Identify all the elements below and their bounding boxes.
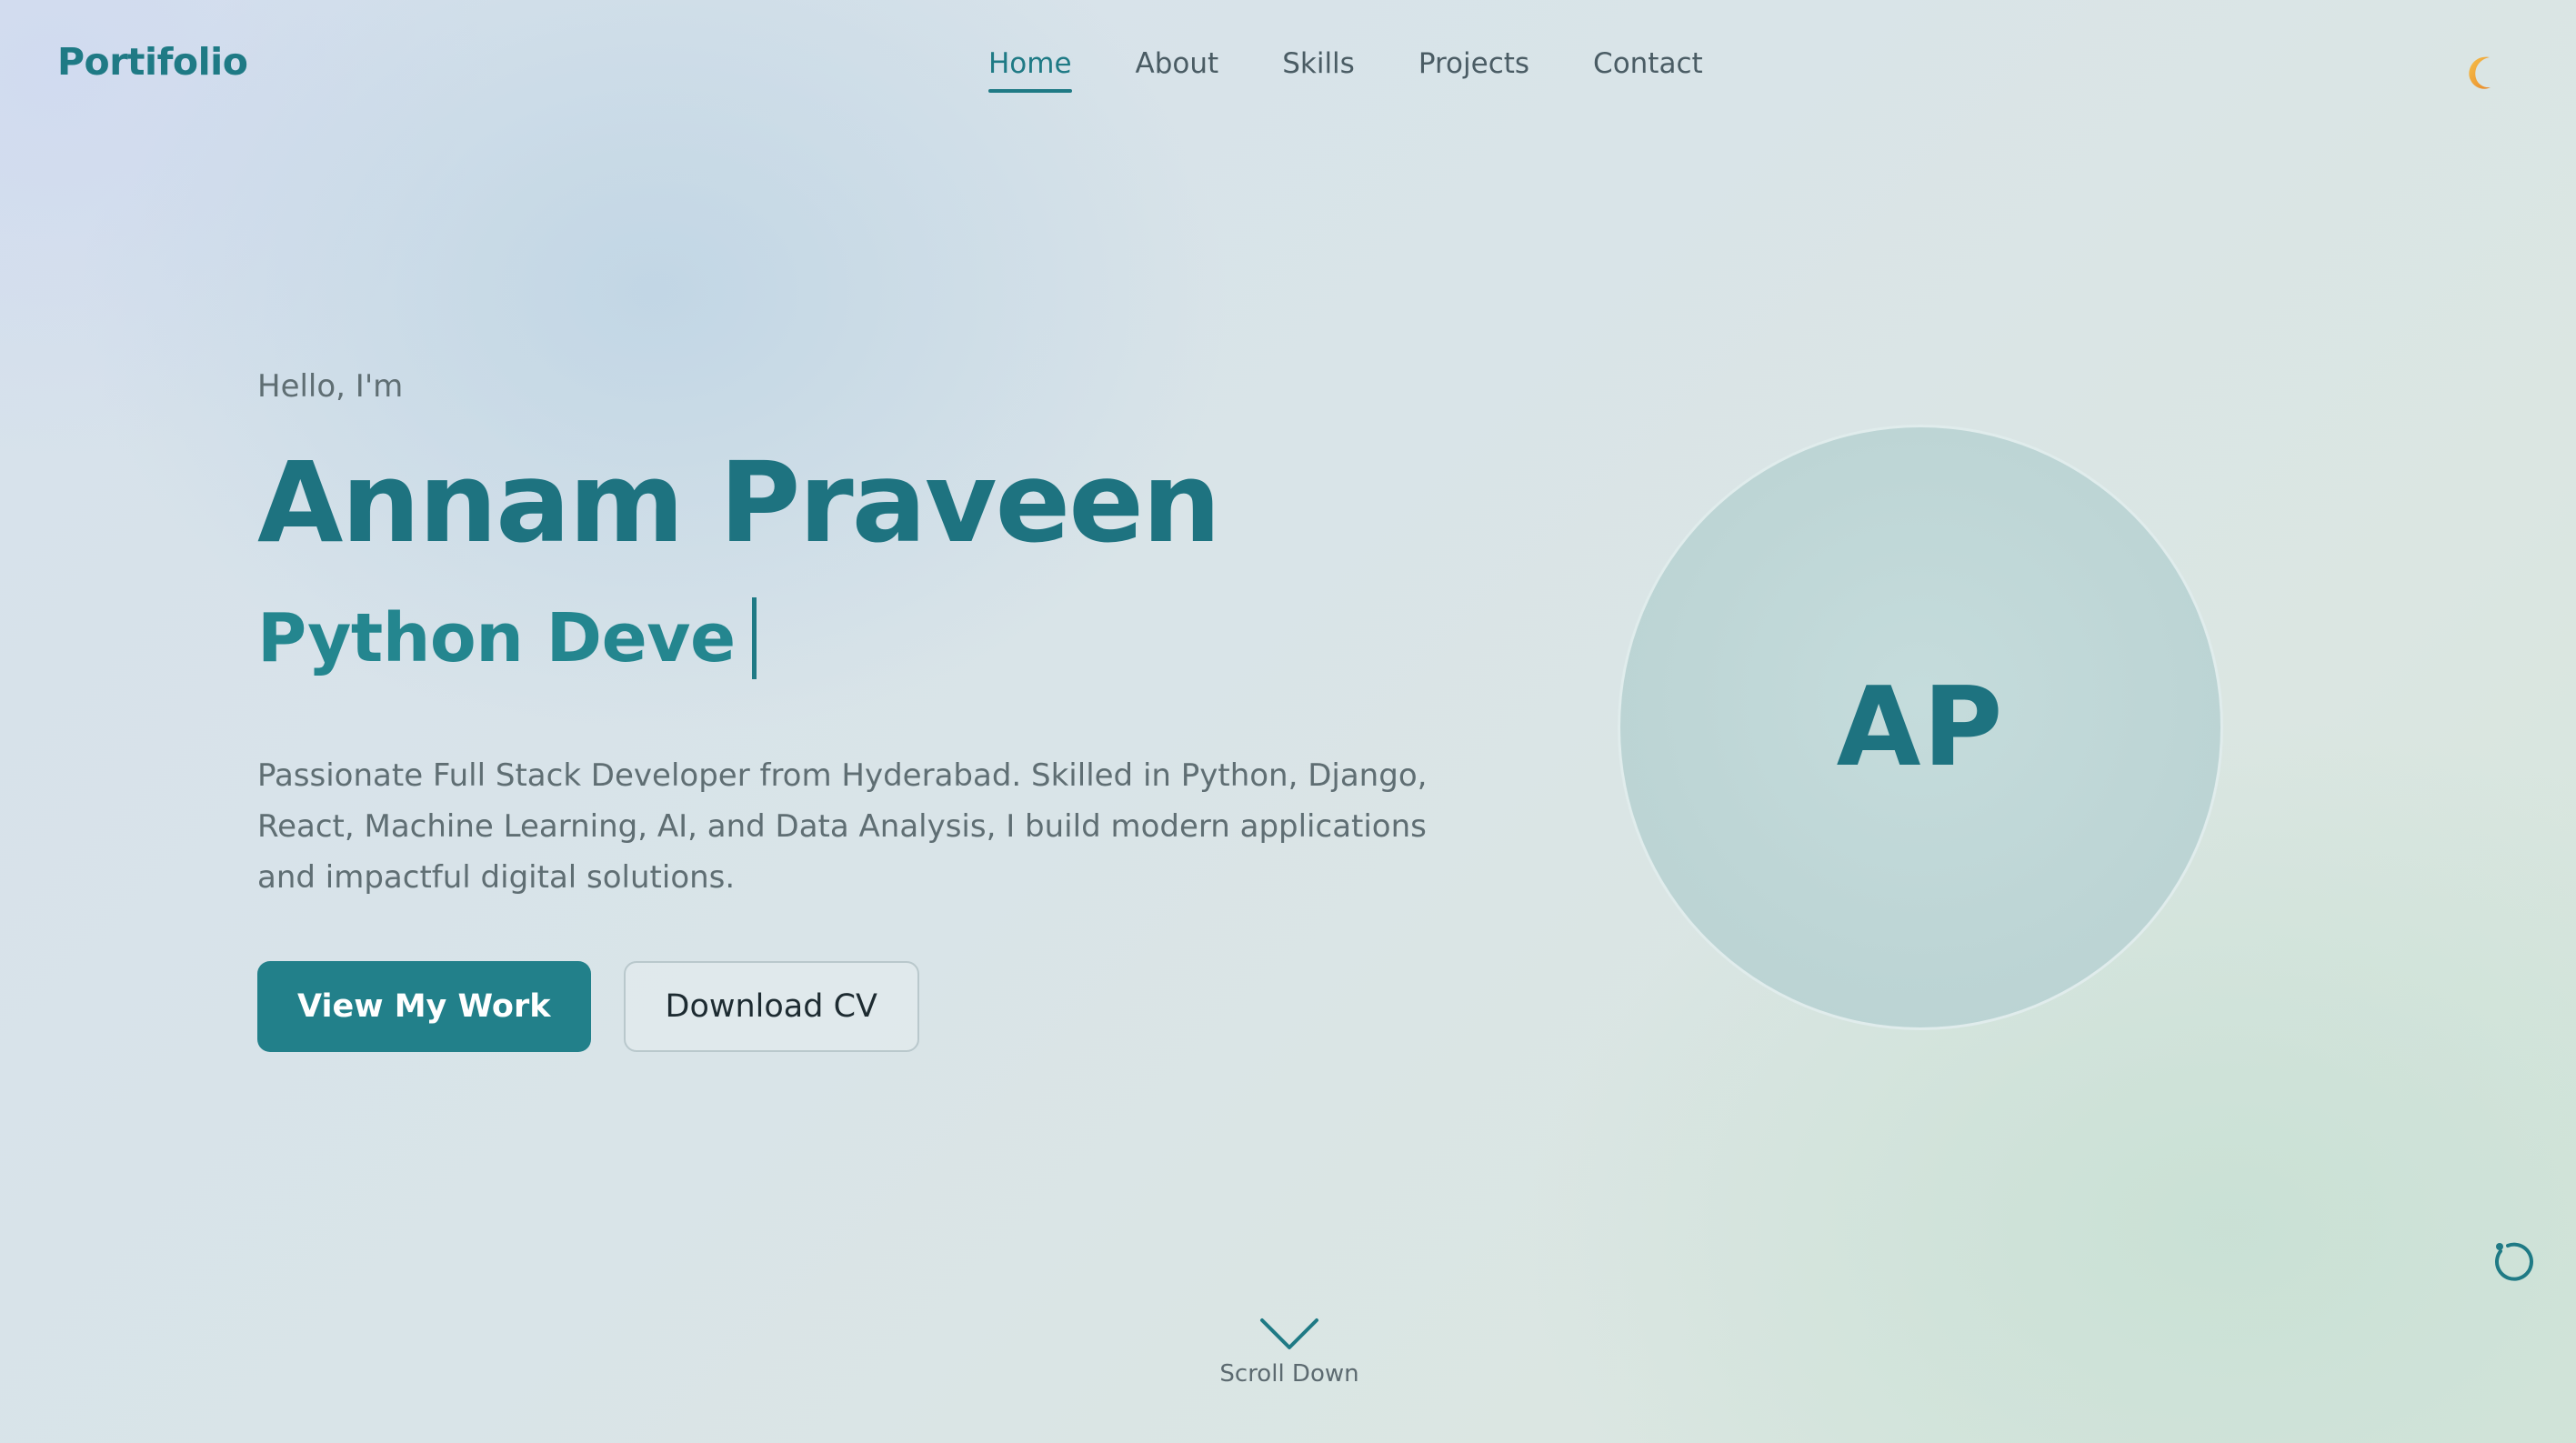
greeting-text: Hello, I'm <box>257 368 404 405</box>
refresh-button[interactable] <box>2491 1238 2539 1286</box>
nav-link-about[interactable]: About <box>1136 47 1219 93</box>
typing-cursor <box>751 597 757 680</box>
view-my-work-button[interactable]: View My Work <box>257 961 591 1053</box>
hero-name: Annam Praveen <box>257 438 1221 567</box>
refresh-icon <box>2495 1242 2533 1281</box>
scroll-down-indicator[interactable]: Scroll Down <box>1198 1317 1380 1388</box>
hero-bio: Passionate Full Stack Developer from Hyd… <box>257 757 1428 897</box>
nav-link-home[interactable]: Home <box>988 47 1072 93</box>
avatar-initials: AP <box>1836 664 2005 791</box>
cta-buttons: View My Work Download CV <box>257 961 1458 1053</box>
typed-role-text: Python Deve <box>257 599 736 678</box>
nav-links: Home About Skills Projects Contact <box>988 47 1767 93</box>
nav-link-contact[interactable]: Contact <box>1593 47 1703 93</box>
typed-role: Python Deve <box>257 597 1458 680</box>
brand-logo[interactable]: Portifolio <box>57 40 248 84</box>
scroll-down-label: Scroll Down <box>1219 1360 1359 1388</box>
theme-toggle-button[interactable] <box>2460 50 2505 95</box>
nav-link-skills[interactable]: Skills <box>1282 47 1355 93</box>
navbar: Portifolio Home About Skills Projects Co… <box>0 0 2576 136</box>
avatar: AP <box>1618 425 2223 1030</box>
download-cv-button[interactable]: Download CV <box>623 961 919 1053</box>
chevron-down-icon <box>1260 1318 1318 1349</box>
moon-icon <box>2469 56 2491 89</box>
nav-link-projects[interactable]: Projects <box>1418 47 1529 93</box>
hero-section: Hello, I'm Annam Praveen Python Deve Pas… <box>257 368 1458 1053</box>
